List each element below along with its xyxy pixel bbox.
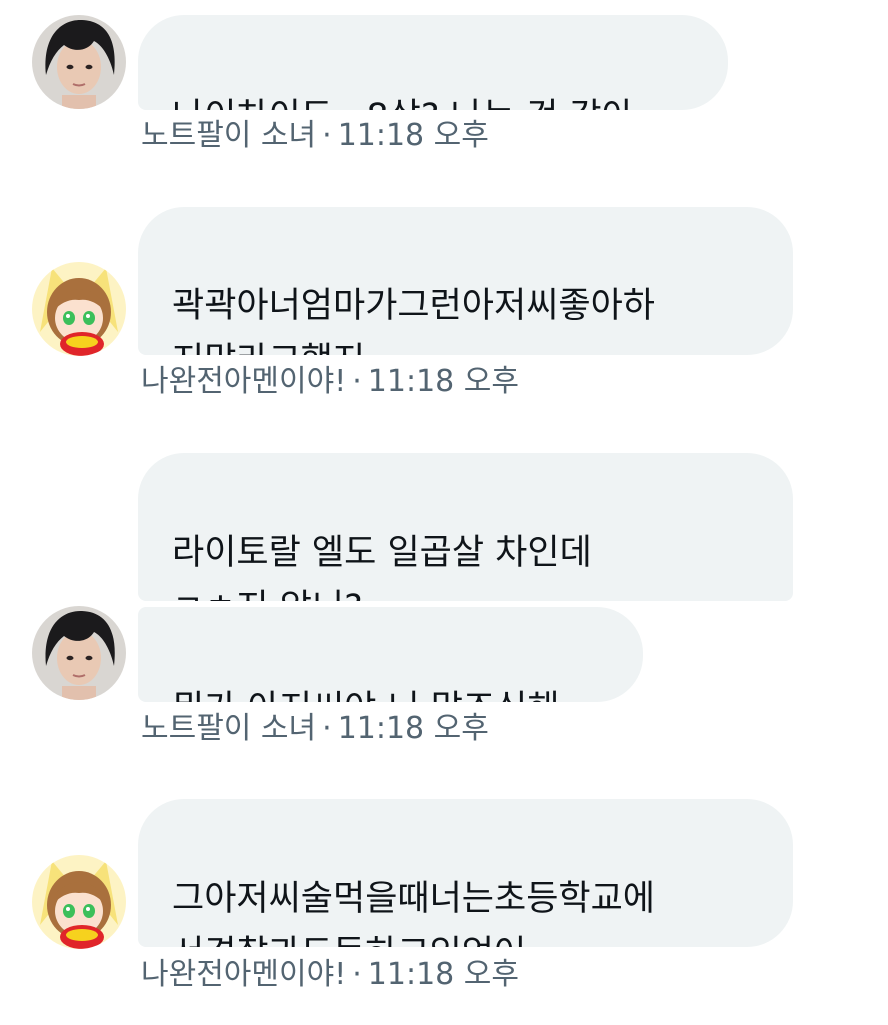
sender-name[interactable]: 노트팔이 소녀 <box>141 711 316 746</box>
message-time: 11:18 오후 <box>367 957 519 992</box>
message-time: 11:18 오후 <box>337 118 489 153</box>
user-avatar[interactable] <box>32 606 126 700</box>
sender-name[interactable]: 노트팔이 소녀 <box>141 118 316 153</box>
meta-separator: · <box>352 957 362 992</box>
message-meta: 나완전아멘이야! · 11:18 오후 <box>141 362 519 402</box>
photo-avatar-icon <box>32 15 126 109</box>
sender-name[interactable]: 나완전아멘이야! <box>141 364 346 399</box>
anime-girl-avatar-icon <box>32 855 126 949</box>
photo-avatar-icon <box>32 606 126 700</box>
message-bubble[interactable]: 라이토랄 엘도 일곱살 차인데 ㄱㅊ지 않니? <box>138 453 793 601</box>
message-bubble[interactable]: 곽곽아너엄마가그런아저씨좋아하 지말라고했지 <box>138 207 793 355</box>
message-meta: 나완전아멘이야! · 11:18 오후 <box>141 955 519 995</box>
message-text: 나이차이도...8살? 나는 것 같아 <box>172 97 634 110</box>
message-text: 곽곽아너엄마가그런아저씨좋아하 지말라고했지 <box>172 286 656 355</box>
message-text: 그아저씨술먹을때너는초등학교에 서경찰과도둑하고있었어 <box>172 879 656 947</box>
message-text: 뭐가 아저씨야 니 말조심해 <box>172 689 560 702</box>
user-avatar[interactable] <box>32 15 126 109</box>
message-text: 라이토랄 엘도 일곱살 차인데 ㄱㅊ지 않니? <box>172 533 592 601</box>
meta-separator: · <box>322 711 332 746</box>
meta-separator: · <box>322 118 332 153</box>
message-time: 11:18 오후 <box>367 364 519 399</box>
message-bubble[interactable]: 그아저씨술먹을때너는초등학교에 서경찰과도둑하고있었어 <box>138 799 793 947</box>
meta-separator: · <box>352 364 362 399</box>
message-time: 11:18 오후 <box>337 711 489 746</box>
sender-name[interactable]: 나완전아멘이야! <box>141 957 346 992</box>
user-avatar[interactable] <box>32 855 126 949</box>
anime-girl-avatar-icon <box>32 262 126 356</box>
user-avatar[interactable] <box>32 262 126 356</box>
message-bubble[interactable]: 나이차이도...8살? 나는 것 같아 <box>138 15 728 110</box>
message-meta: 노트팔이 소녀 · 11:18 오후 <box>141 116 489 156</box>
message-meta: 노트팔이 소녀 · 11:18 오후 <box>141 709 489 749</box>
message-bubble[interactable]: 뭐가 아저씨야 니 말조심해 <box>138 607 643 702</box>
